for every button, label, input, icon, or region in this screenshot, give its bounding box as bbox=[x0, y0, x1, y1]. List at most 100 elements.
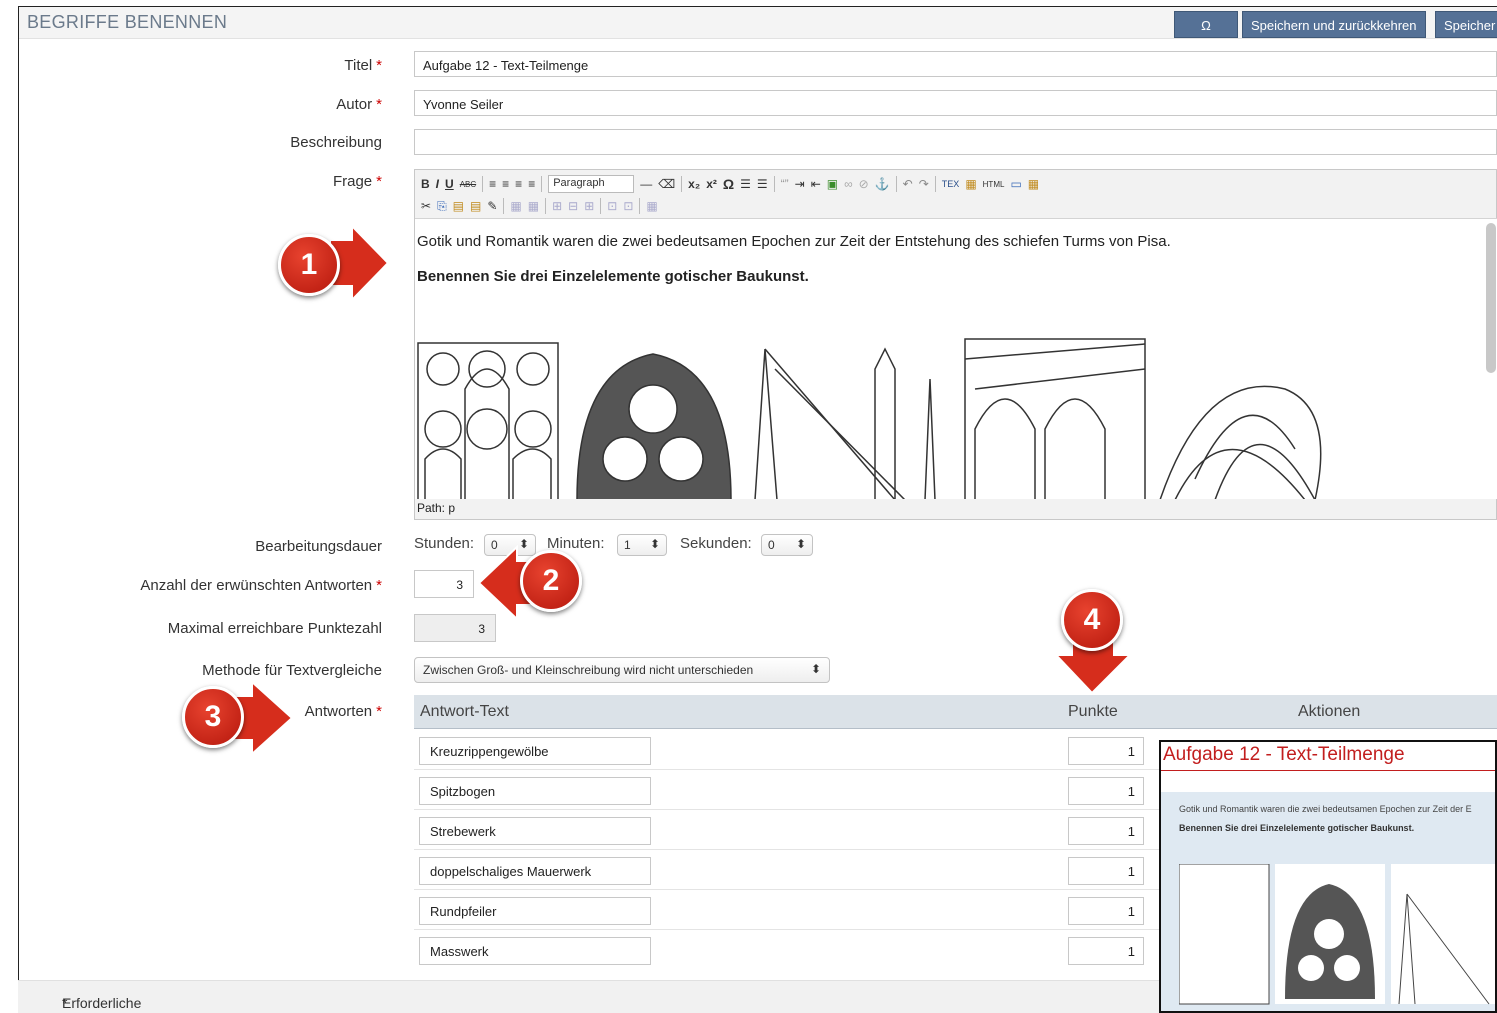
cell-merge-icon[interactable]: ⊡ bbox=[607, 199, 617, 213]
answer-text-field[interactable]: Spitzbogen bbox=[419, 777, 651, 805]
grid-icon[interactable]: ▦ bbox=[646, 199, 657, 213]
align-left-icon[interactable]: ≡ bbox=[489, 177, 496, 191]
editor-path-bar: Path: p bbox=[417, 501, 456, 515]
answer-points-field[interactable]: 1 bbox=[1068, 857, 1144, 885]
copy-icon[interactable]: ⎘ bbox=[437, 199, 447, 214]
column-insert-icon[interactable]: ⊞ bbox=[584, 199, 594, 213]
author-label: Autor * bbox=[336, 96, 382, 113]
callout-badge-2: 2 bbox=[520, 550, 582, 612]
answer-points-field[interactable]: 1 bbox=[1068, 937, 1144, 965]
description-field[interactable] bbox=[414, 129, 1497, 155]
eraser-icon[interactable]: ⌫ bbox=[658, 177, 675, 191]
answer-text-field[interactable]: Masswerk bbox=[419, 937, 651, 965]
question-text-1: Gotik und Romantik waren die zwei bedeut… bbox=[417, 233, 1171, 250]
toolbar-divider bbox=[681, 176, 683, 192]
answer-text-field[interactable]: Strebewerk bbox=[419, 817, 651, 845]
preview-text-2: Benennen Sie drei Einzelelemente gotisch… bbox=[1179, 823, 1415, 833]
minutes-select[interactable]: 1 ⬍ bbox=[617, 534, 667, 556]
redo-icon[interactable]: ↷ bbox=[919, 177, 929, 191]
answer-text-field[interactable]: Kreuzrippengewölbe bbox=[419, 737, 651, 765]
gothic-illustrations-image bbox=[417, 338, 1322, 499]
page-title: BEGRIFFE BENENNEN bbox=[27, 12, 228, 32]
preview-panel: Aufgabe 12 - Text-Teilmenge Gotik und Ro… bbox=[1159, 740, 1497, 1013]
cell-split-icon[interactable]: ⊡ bbox=[623, 199, 633, 213]
preview-image bbox=[1179, 864, 1495, 1005]
undo-icon[interactable]: ↶ bbox=[903, 177, 913, 191]
editor-toolbar-row-1: B I U ABC ≡ ≡ ≡ ≡ Paragraph — ⌫ x₂ x² Ω … bbox=[421, 174, 1039, 194]
method-label: Methode für Textvergleiche bbox=[202, 662, 382, 679]
answer-text-field[interactable]: doppelschaliges Mauerwerk bbox=[419, 857, 651, 885]
toolbar-divider bbox=[600, 198, 602, 214]
row-delete-icon[interactable]: ⊟ bbox=[568, 199, 578, 213]
answer-points-field[interactable]: 1 bbox=[1068, 777, 1144, 805]
col-answer-text: Antwort-Text bbox=[420, 703, 509, 720]
indent-icon[interactable]: ⇥ bbox=[795, 177, 805, 191]
paste-text-icon[interactable]: ▤ bbox=[470, 199, 481, 213]
callout-badge-3: 3 bbox=[182, 686, 244, 748]
rich-text-editor[interactable]: B I U ABC ≡ ≡ ≡ ≡ Paragraph — ⌫ x₂ x² Ω … bbox=[414, 169, 1497, 520]
format-select[interactable]: Paragraph bbox=[548, 175, 635, 193]
paste-word-icon[interactable]: ▦ bbox=[1028, 177, 1039, 191]
author-field[interactable]: Yvonne Seiler bbox=[414, 90, 1497, 116]
title-field[interactable]: Aufgabe 12 - Text-Teilmenge bbox=[414, 51, 1497, 77]
bullet-list-icon[interactable]: ☰ bbox=[740, 177, 751, 191]
omega-button[interactable]: Ω bbox=[1174, 11, 1238, 38]
hours-label: Stunden: bbox=[414, 535, 475, 552]
col-points: Punkte bbox=[1068, 703, 1118, 720]
strikethrough-icon[interactable]: ABC bbox=[460, 180, 476, 189]
answer-points-field[interactable]: 1 bbox=[1068, 897, 1144, 925]
toolbar-divider bbox=[934, 176, 936, 192]
save-and-return-button[interactable]: Speichern und zurückkehren bbox=[1242, 11, 1426, 38]
horizontal-rule-icon[interactable]: — bbox=[640, 177, 652, 191]
method-select[interactable]: Zwischen Groß- und Kleinschreibung wird … bbox=[414, 657, 830, 683]
tex-icon[interactable]: TEX bbox=[942, 179, 960, 189]
align-justify-icon[interactable]: ≡ bbox=[528, 177, 535, 191]
answers-table-header: Antwort-Text Punkte Aktionen bbox=[414, 695, 1497, 729]
cut-icon[interactable]: ✂ bbox=[421, 199, 431, 213]
toolbar-divider bbox=[895, 176, 897, 192]
media-icon[interactable]: ▦ bbox=[965, 177, 976, 191]
toolbar-divider bbox=[773, 176, 775, 192]
table-icon[interactable]: ▦ bbox=[510, 199, 521, 213]
subscript-icon[interactable]: x₂ bbox=[688, 177, 700, 191]
editor-scrollbar[interactable] bbox=[1486, 223, 1496, 373]
table-props-icon[interactable]: ▦ bbox=[528, 199, 539, 213]
toolbar-divider bbox=[503, 198, 505, 214]
seconds-select[interactable]: 0 ⬍ bbox=[761, 534, 813, 556]
toolbar-divider bbox=[541, 176, 543, 192]
numbered-list-icon[interactable]: ☰ bbox=[757, 177, 768, 191]
answer-points-field[interactable]: 1 bbox=[1068, 817, 1144, 845]
bold-icon[interactable]: B bbox=[421, 177, 430, 191]
editor-content[interactable]: Gotik und Romantik waren die zwei bedeut… bbox=[415, 218, 1497, 499]
question-label: Frage * bbox=[332, 173, 382, 190]
callout-badge-4: 4 bbox=[1061, 589, 1123, 651]
anchor-icon[interactable]: ⚓ bbox=[875, 177, 890, 191]
link-icon[interactable]: ∞ bbox=[844, 177, 853, 191]
save-button[interactable]: Speicher bbox=[1435, 11, 1497, 38]
outdent-icon[interactable]: ⇤ bbox=[811, 177, 821, 191]
answer-points-field[interactable]: 1 bbox=[1068, 737, 1144, 765]
editor-toolbar-row-2: ✂ ⎘ ▤ ▤ ✎ ▦ ▦ ⊞ ⊟ ⊞ ⊡ ⊡ ▦ bbox=[421, 196, 658, 216]
align-right-icon[interactable]: ≡ bbox=[515, 177, 522, 191]
paste-icon[interactable]: ▤ bbox=[453, 199, 464, 213]
underline-icon[interactable]: U bbox=[445, 177, 454, 191]
html-icon[interactable]: HTML bbox=[983, 180, 1005, 189]
toolbar-divider bbox=[639, 198, 641, 214]
preview-text-1: Gotik und Romantik waren die zwei bedeut… bbox=[1179, 804, 1472, 814]
italic-icon[interactable]: I bbox=[436, 177, 439, 191]
answer-text-field[interactable]: Rundpfeiler bbox=[419, 897, 651, 925]
fullscreen-icon[interactable]: ▭ bbox=[1010, 177, 1021, 191]
unlink-icon[interactable]: ⊘ bbox=[859, 177, 869, 191]
preview-divider bbox=[1161, 770, 1495, 771]
row-insert-icon[interactable]: ⊞ bbox=[552, 199, 562, 213]
toolbar-divider bbox=[482, 176, 484, 192]
superscript-icon[interactable]: x² bbox=[706, 177, 717, 191]
omega-icon[interactable]: Ω bbox=[723, 176, 734, 192]
answer-count-field[interactable]: 3 bbox=[414, 570, 474, 598]
quote-icon[interactable]: “” bbox=[781, 177, 789, 191]
preview-body: Gotik und Romantik waren die zwei bedeut… bbox=[1161, 792, 1495, 1011]
align-center-icon[interactable]: ≡ bbox=[502, 177, 509, 191]
edit-icon[interactable]: ✎ bbox=[487, 199, 497, 213]
question-text-2: Benennen Sie drei Einzelelemente gotisch… bbox=[417, 268, 809, 285]
image-icon[interactable]: ▣ bbox=[827, 177, 838, 191]
